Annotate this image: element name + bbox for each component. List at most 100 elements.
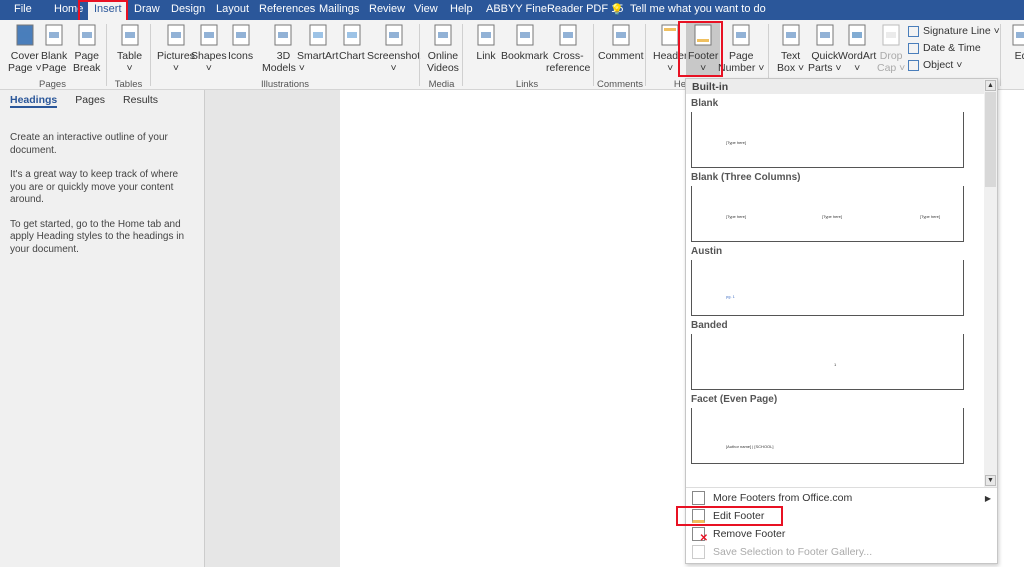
button-label: Number ˅ (718, 62, 765, 74)
group-divider (768, 24, 769, 86)
screenshot-button[interactable]: Screenshot ˅ (367, 23, 420, 74)
pictures-icon (165, 23, 187, 47)
footer-template-facet-even-page-[interactable]: [Author name] | [SCHOOL] (691, 408, 964, 464)
drop-cap-button[interactable]: Drop Cap ˅ (877, 23, 905, 74)
submenu-arrow-icon: ▶ (984, 493, 991, 503)
lightbulb-icon: 💡 (610, 4, 624, 16)
scroll-down-icon[interactable]: ▼ (985, 475, 996, 486)
pictures-button[interactable]: Pictures ˅ (157, 23, 195, 74)
gallery-item-name: Austin (691, 246, 723, 257)
button-label: Date & Time (923, 42, 981, 54)
tab-abbyy[interactable]: ABBYY FineReader PDF 15 (486, 3, 623, 15)
nav-help-text: Create an interactive outline of your do… (10, 132, 168, 156)
equation-button[interactable]: Eq (1010, 23, 1024, 62)
cross-reference-icon (557, 23, 579, 47)
button-label: Videos (427, 62, 459, 74)
template-text: 1 (834, 362, 837, 367)
gallery-scrollbar[interactable]: ▲ ▼ (984, 79, 997, 487)
tab-design[interactable]: Design (171, 3, 205, 15)
button-label: Cover (10, 50, 39, 62)
gallery-item-name: Banded (691, 320, 728, 331)
nav-tab-headings[interactable]: Headings (10, 94, 58, 108)
group-divider (645, 24, 646, 86)
blank-page-button[interactable]: Blank Page (41, 23, 67, 74)
footer-template-banded[interactable]: 1 (691, 334, 964, 390)
object-button[interactable]: Object ˅ (908, 59, 962, 71)
button-label: Cross- (552, 50, 584, 62)
menu-more-footers[interactable]: More Footers from Office.com ▶ (686, 489, 997, 507)
button-label: Icons (228, 50, 254, 62)
drop-cap-icon (880, 23, 902, 47)
group-divider (1000, 24, 1001, 86)
page-number-button[interactable]: Page Number ˅ (718, 23, 764, 74)
gallery-item-name: Facet (Even Page) (691, 394, 778, 405)
tell-me-search[interactable]: Tell me what you want to do (630, 3, 766, 15)
cover-page-button[interactable]: Cover Page ˅ (8, 23, 42, 74)
tab-references[interactable]: References (259, 3, 315, 15)
nav-tab-results[interactable]: Results (123, 94, 158, 108)
group-divider (462, 24, 463, 86)
comment-button[interactable]: Comment (598, 23, 644, 62)
tab-file[interactable]: File (14, 3, 32, 15)
button-label: Page (41, 62, 67, 74)
menu-remove-footer[interactable]: ✕ Remove Footer (686, 525, 997, 544)
menu-save-selection: Save Selection to Footer Gallery... (686, 543, 997, 561)
button-label: Quick (811, 50, 839, 62)
scrollbar-thumb[interactable] (985, 92, 996, 187)
footer-button-highlight (678, 21, 723, 77)
cross-reference-button[interactable]: Cross-reference (546, 23, 590, 74)
menu-label: Remove Footer (713, 528, 786, 540)
tab-draw[interactable]: Draw (134, 3, 160, 15)
tab-layout[interactable]: Layout (216, 3, 249, 15)
page-break-button[interactable]: Page Break (73, 23, 100, 74)
quick-parts-icon (814, 23, 836, 47)
date-time-button[interactable]: Date & Time (908, 42, 981, 54)
cover-page-icon (14, 23, 36, 47)
gallery-item-name: Blank (Three Columns) (691, 172, 801, 183)
button-label: Text (780, 50, 801, 62)
button-label: Parts ˅ (808, 62, 842, 74)
footer-template-blank[interactable]: [Type here] (691, 112, 964, 168)
online-videos-button[interactable]: Online Videos (427, 23, 459, 74)
menu-label: More Footers from Office.com (713, 492, 853, 504)
tab-mailings[interactable]: Mailings (319, 3, 359, 15)
tab-review[interactable]: Review (369, 3, 405, 15)
shapes-button[interactable]: Shapes ˅ (191, 23, 227, 74)
icons-button[interactable]: Icons (228, 23, 253, 62)
smartart-icon (307, 23, 329, 47)
button-label: Eq (1014, 50, 1024, 62)
smartart-button[interactable]: SmartArt (297, 23, 338, 62)
signature-line-button[interactable]: Signature Line ˅ (908, 25, 1000, 37)
footer-template-blank-three-columns-[interactable]: [Type here] [Type here] [Type here] (691, 186, 964, 242)
object-icon (908, 59, 919, 71)
equation-icon (1010, 23, 1024, 47)
button-label: reference (546, 62, 591, 74)
nav-tab-pages[interactable]: Pages (75, 94, 105, 108)
template-text: [Type here] (920, 214, 941, 219)
bookmark-button[interactable]: Bookmark (501, 23, 548, 62)
template-text: pg. 1 (726, 294, 735, 299)
button-label: Shapes (191, 50, 227, 62)
nav-help-text: To get started, go to the Home tab and a… (10, 218, 185, 255)
tab-view[interactable]: View (414, 3, 438, 15)
wordart-button[interactable]: WordArt ˅ (838, 23, 876, 74)
text-box-button[interactable]: Text Box ˅ (777, 23, 804, 74)
group-divider (106, 24, 107, 86)
scroll-up-icon[interactable]: ▲ (985, 80, 996, 91)
tab-help[interactable]: Help (450, 3, 473, 15)
link-button[interactable]: Link (475, 23, 497, 62)
template-text: [Type here] (726, 214, 747, 219)
group-label: Media (428, 79, 455, 90)
wordart-icon (846, 23, 868, 47)
footer-template-austin[interactable]: pg. 1 (691, 260, 964, 316)
office-web-icon (692, 491, 705, 505)
comment-icon (610, 23, 632, 47)
table-button[interactable]: Table ˅ (117, 23, 142, 74)
quick-parts-button[interactable]: Quick Parts ˅ (808, 23, 842, 74)
icons-icon (230, 23, 252, 47)
button-label: ˅ (390, 62, 397, 74)
chart-button[interactable]: Chart (339, 23, 365, 62)
button-label: Link (476, 50, 496, 62)
button-label: Page ˅ (8, 62, 42, 74)
group-label: Illustrations (260, 79, 310, 90)
